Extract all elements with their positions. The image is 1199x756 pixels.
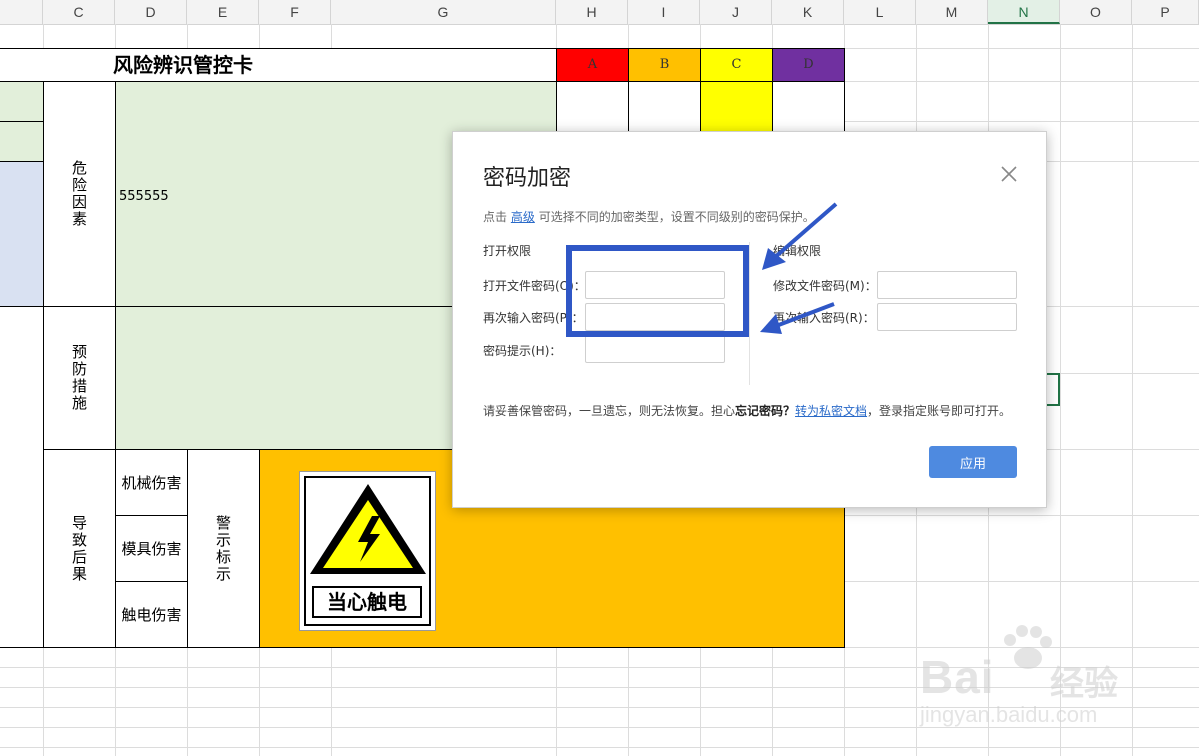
- column-header-o[interactable]: O: [1060, 0, 1132, 24]
- column-header-h[interactable]: H: [556, 0, 628, 24]
- column-header-p[interactable]: P: [1132, 0, 1199, 24]
- selected-cell-outline[interactable]: [1045, 373, 1060, 406]
- edit-confirm-input[interactable]: [877, 303, 1017, 331]
- open-permission-heading: 打开权限: [483, 244, 532, 258]
- electric-shock-sign[interactable]: 当心触电: [299, 471, 436, 631]
- left-cell-green-1[interactable]: [0, 81, 44, 122]
- grade-b-value-cell[interactable]: [628, 81, 701, 132]
- warning-label[interactable]: 警示标示: [187, 449, 260, 648]
- column-header-f[interactable]: F: [259, 0, 331, 24]
- left-cell-green-2[interactable]: [0, 121, 44, 162]
- left-cell-blue[interactable]: [0, 161, 44, 307]
- watermark-brand: Bai: [920, 651, 995, 703]
- column-header-k[interactable]: K: [772, 0, 844, 24]
- apply-button[interactable]: 应用: [929, 446, 1017, 478]
- column-header-j[interactable]: J: [700, 0, 772, 24]
- close-icon[interactable]: [999, 164, 1019, 184]
- sign-caption: 当心触电: [312, 586, 422, 618]
- baidu-jingyan-watermark: Bai 经验 jingyan.baidu.com: [918, 622, 1148, 732]
- grade-d-value-cell[interactable]: [772, 81, 845, 132]
- password-hint-label: 密码提示(H)：: [483, 344, 562, 358]
- prevention-label[interactable]: 预防措施: [43, 306, 116, 450]
- column-header-b[interactable]: [0, 0, 43, 24]
- card-title[interactable]: 风险辨识管控卡: [0, 48, 557, 82]
- column-header-bar: C D E F G H I J K L M N O P: [0, 0, 1199, 25]
- column-header-g[interactable]: G: [331, 0, 556, 24]
- consequence-item[interactable]: 触电伤害: [115, 581, 188, 648]
- grade-a-value-cell[interactable]: [556, 81, 629, 132]
- note-bold: 忘记密码？: [735, 404, 796, 418]
- column-header-c[interactable]: C: [43, 0, 115, 24]
- edit-password-input[interactable]: [877, 271, 1017, 299]
- password-hint-input[interactable]: [585, 335, 725, 363]
- consequence-label[interactable]: 导致后果: [43, 449, 116, 648]
- watermark-url: jingyan.baidu.com: [920, 702, 1098, 727]
- consequence-item[interactable]: 模具伤害: [115, 515, 188, 582]
- consequence-item[interactable]: 机械伤害: [115, 449, 188, 516]
- password-warning-note: 请妥善保管密码，一旦遗忘，则无法恢复。担心忘记密码？转为私密文档，登录指定账号即…: [483, 402, 1011, 419]
- annotation-arrow-icon: [760, 202, 838, 334]
- note-text: 请妥善保管密码，一旦遗忘，则无法恢复。担心: [483, 404, 736, 418]
- left-cell-blank[interactable]: [0, 306, 44, 648]
- high-voltage-icon: [310, 484, 426, 574]
- grade-b[interactable]: B: [628, 48, 701, 82]
- column-header-e[interactable]: E: [187, 0, 259, 24]
- watermark-brand-tail: 经验: [1050, 664, 1118, 704]
- grade-c-value-cell[interactable]: [700, 81, 773, 132]
- grade-a[interactable]: A: [556, 48, 629, 82]
- column-header-m[interactable]: M: [916, 0, 988, 24]
- hint-prefix: 点击: [483, 210, 508, 224]
- dialog-title: 密码加密: [483, 166, 572, 191]
- grade-d[interactable]: D: [772, 48, 845, 82]
- paw-logo-icon: [1004, 625, 1052, 669]
- grade-c[interactable]: C: [700, 48, 773, 82]
- column-header-d[interactable]: D: [115, 0, 187, 24]
- column-header-n[interactable]: N: [988, 0, 1060, 24]
- note-tail: ，登录指定账号即可打开。: [867, 404, 1012, 418]
- column-header-l[interactable]: L: [844, 0, 916, 24]
- advanced-link[interactable]: 高级: [511, 210, 535, 224]
- private-doc-link[interactable]: 转为私密文档: [795, 404, 867, 418]
- column-header-i[interactable]: I: [628, 0, 700, 24]
- annotation-highlight-box: [566, 245, 749, 337]
- hazard-label[interactable]: 危险因素: [43, 81, 116, 307]
